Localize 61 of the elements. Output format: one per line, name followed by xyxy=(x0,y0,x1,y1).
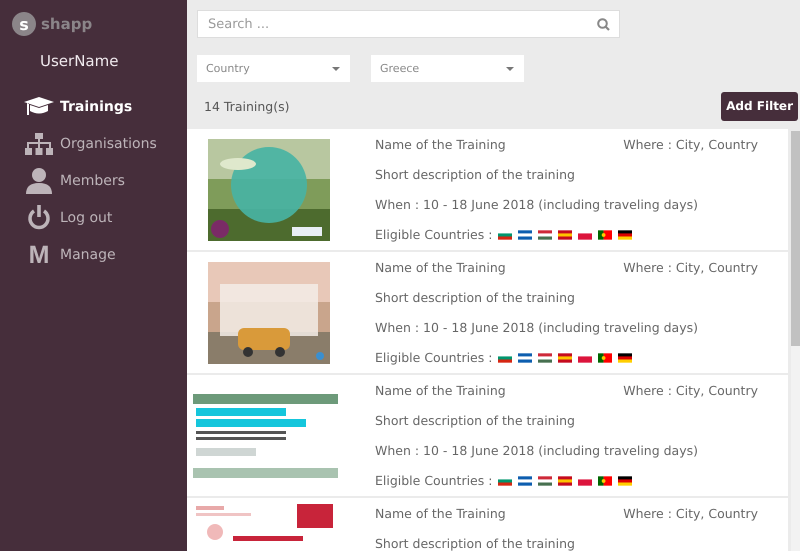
nav-label: Manage xyxy=(60,246,116,262)
flag-icon xyxy=(538,352,552,363)
training-name: Name of the Training xyxy=(375,506,506,521)
training-dates: When : 10 - 18 June 2018 (including traveling days) xyxy=(375,197,698,212)
flag-icon xyxy=(518,230,532,240)
training-name: Name of the Training xyxy=(375,136,506,152)
flag-icon xyxy=(538,230,552,240)
training-card[interactable]: Name of the Training Where : City, Country Short description of the training When : 10 - 18 June 2018 (including traveling days) Eligible Countries : xyxy=(187,129,788,250)
training-card[interactable]: Name of the Training Where : City, Country Short description of the training When : 10 - 18 June 2018 (including traveling days) Eligible Countries : xyxy=(187,252,788,373)
nav-item[interactable]: Members xyxy=(0,162,187,199)
nav-label: Members xyxy=(60,172,125,188)
flag-icon xyxy=(618,230,632,240)
flag-icon xyxy=(558,476,572,486)
graduation-cap-icon xyxy=(24,96,54,116)
app-name: shapp xyxy=(41,15,92,33)
nav-item[interactable]: Organisations xyxy=(0,125,187,162)
training-description: Short description of the training xyxy=(375,290,575,305)
training-dates: When : 10 - 18 June 2018 (including traveling days) xyxy=(375,320,698,336)
training-card[interactable]: Name of the Training Where : City, Country Short description of the training xyxy=(187,498,788,551)
logo-icon: s xyxy=(12,12,36,36)
add-filter-button[interactable]: Add Filter xyxy=(721,92,798,120)
nav-item[interactable]: M Manage xyxy=(0,236,187,273)
eligible-label: Eligible Countries : xyxy=(375,227,492,242)
training-location: Where : City, Country xyxy=(623,136,758,152)
dropdown[interactable]: Country xyxy=(197,55,350,82)
flag-icon xyxy=(618,352,632,363)
nav-label: Trainings xyxy=(60,98,132,114)
training-dates: When : 10 - 18 June 2018 (including traveling days) xyxy=(375,443,698,458)
scrollbar[interactable] xyxy=(791,131,800,551)
flag-icon xyxy=(558,352,572,363)
flag-icon xyxy=(558,230,572,240)
training-location: Where : City, Country xyxy=(623,506,758,521)
result-count: 14 Training(s) xyxy=(204,98,290,114)
training-description: Short description of the training xyxy=(375,536,575,551)
sitemap-icon xyxy=(24,132,54,154)
user-name: UserName xyxy=(39,51,120,70)
eligible-label: Eligible Countries : xyxy=(375,350,492,366)
dropdown[interactable]: Greece xyxy=(371,55,524,82)
user-icon xyxy=(24,168,54,194)
flag-icon xyxy=(538,476,552,486)
nav-item[interactable]: Trainings xyxy=(0,88,187,125)
flag-icon xyxy=(618,476,632,486)
nav-label: Organisations xyxy=(60,136,157,152)
eligible-label: Eligible Countries : xyxy=(375,473,492,488)
search-icon xyxy=(597,18,610,31)
nav-label: Log out xyxy=(60,210,112,226)
flag-icon xyxy=(518,352,532,363)
training-card[interactable]: Name of the Training Where : City, Country Short description of the training When : 10 - 18 June 2018 (including traveling days) Eligible Countries : xyxy=(187,375,788,496)
flag-icon xyxy=(518,476,532,486)
nav-item[interactable]: Log out xyxy=(0,199,187,236)
training-name: Name of the Training xyxy=(375,382,506,398)
flag-icon xyxy=(598,476,612,486)
training-location: Where : City, Country xyxy=(623,260,758,275)
training-name: Name of the Training xyxy=(375,260,506,275)
flag-icon xyxy=(598,230,612,240)
training-description: Short description of the training xyxy=(375,412,575,428)
search-field[interactable]: Search ... xyxy=(197,10,620,38)
m-letter-icon: M xyxy=(24,242,54,268)
training-location: Where : City, Country xyxy=(623,382,758,398)
training-description: Short description of the training xyxy=(375,166,575,182)
flag-icon xyxy=(598,352,612,363)
